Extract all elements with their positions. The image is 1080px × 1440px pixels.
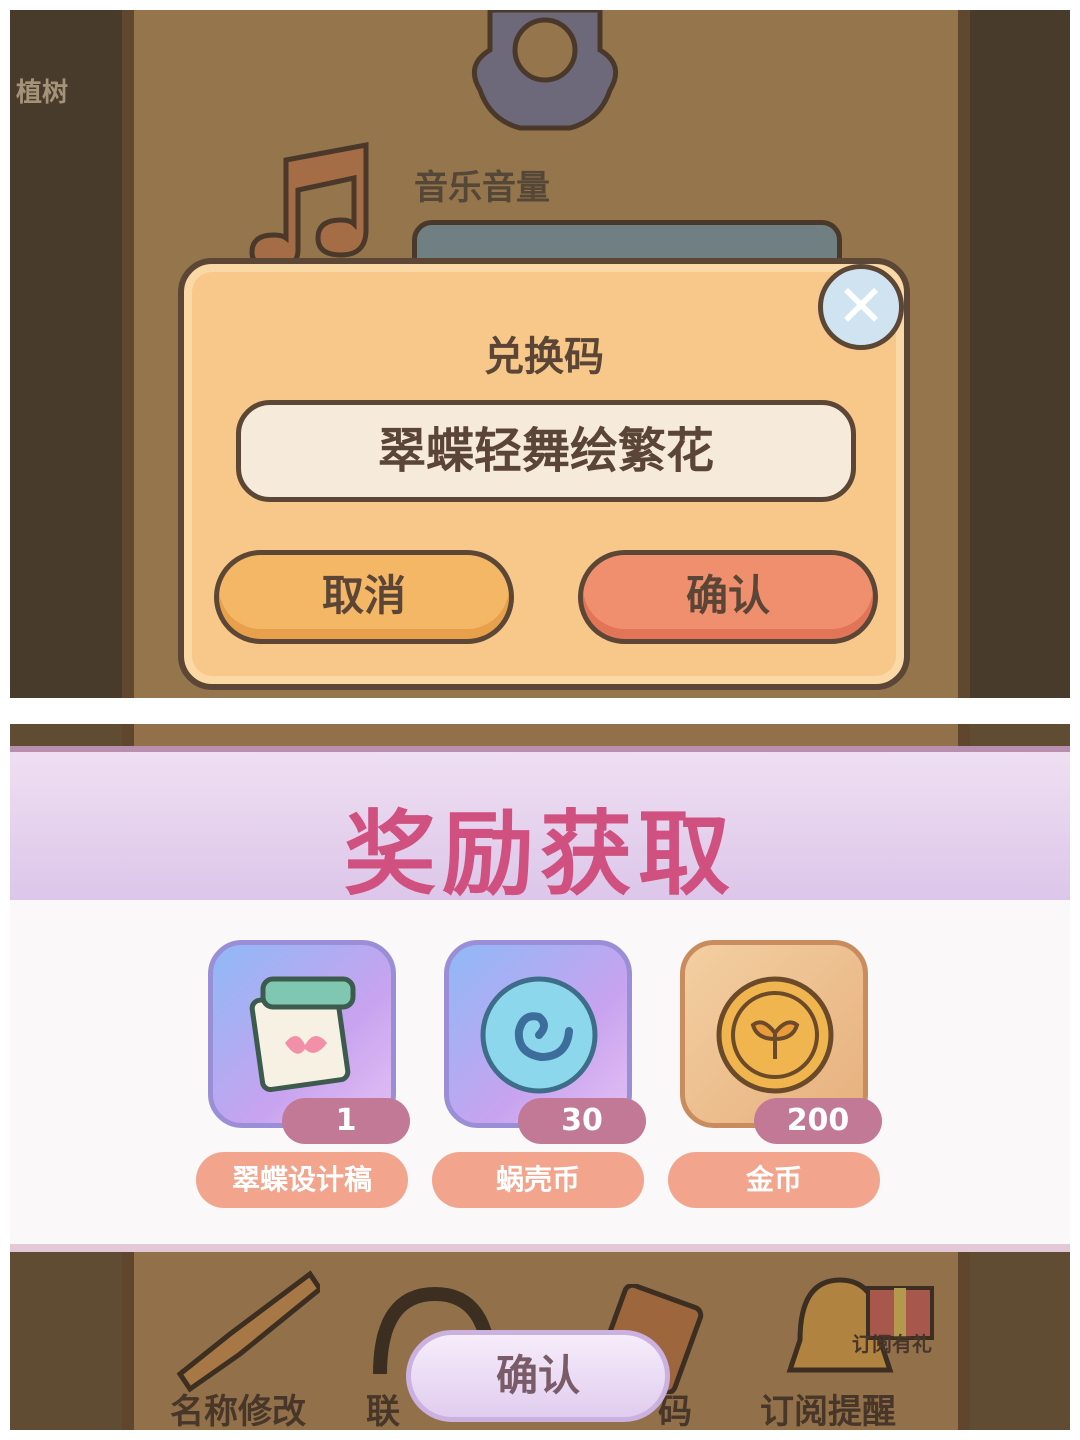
reward-name: 金币 [668,1152,880,1208]
reward-count: 1 [282,1098,410,1144]
confirm-button[interactable]: 确认 [578,550,878,644]
dialog-title: 兑换码 [484,334,604,380]
close-icon[interactable]: ✕ [818,264,904,350]
reward-confirm-button[interactable]: 确认 [406,1330,670,1422]
settings-screen-top: 植树 音乐音量 兑换码 翠蝶轻舞绘繁花 取消 确认 ✕ [10,10,1070,698]
snail-shell-coin-icon [480,976,598,1094]
cancel-button[interactable]: 取消 [214,550,514,644]
reward-name: 蜗壳币 [432,1152,644,1208]
design-draft-icon [249,976,356,1093]
reward-count: 30 [518,1098,646,1144]
reward-banner: 奖励获取 [10,746,1070,924]
reward-count: 200 [754,1098,882,1144]
reward-list: 1 翠蝶设计稿 30 蜗壳币 200 金币 [10,900,1070,1252]
gold-coin-icon [716,976,834,1094]
reward-screen-bottom: 订阅有礼 名称修改 联 码 订阅提醒 奖励获取 1 翠蝶设计稿 30 蜗壳币 2… [10,724,1070,1430]
redeem-code-input[interactable]: 翠蝶轻舞绘繁花 [236,400,856,502]
reward-title: 奖励获取 [343,801,736,908]
redeem-code-dialog: 兑换码 翠蝶轻舞绘繁花 取消 确认 [178,258,910,690]
reward-name: 翠蝶设计稿 [196,1152,408,1208]
